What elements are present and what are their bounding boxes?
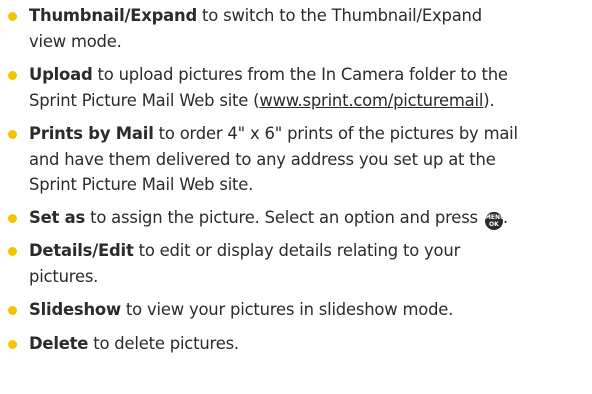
bullet-icon (8, 71, 17, 80)
menu-ok-key-icon: MENU OK (484, 212, 505, 230)
key-icon-top-label: MENU (484, 214, 505, 221)
bullet-icon (8, 214, 17, 223)
bullet-icon (8, 340, 17, 349)
list-item-text: Details/Edit to edit or display details … (29, 238, 592, 289)
option-term: Thumbnail/Expand (29, 6, 198, 25)
option-description: to delete pictures. (88, 334, 239, 353)
bullet-icon (8, 306, 17, 315)
bullet-icon (8, 12, 17, 21)
bullet-icon (8, 130, 17, 139)
list-item-text: Thumbnail/Expand to switch to the Thumbn… (29, 3, 592, 54)
key-icon-bottom-label: OK (489, 221, 499, 228)
option-term: Prints by Mail (29, 124, 154, 143)
option-term: Upload (29, 65, 93, 84)
picturemail-link[interactable]: www.sprint.com/picturemail (259, 91, 483, 110)
option-description: to view your pictures in slideshow mode. (120, 300, 454, 319)
list-item-text: Prints by Mail to order 4" x 6" prints o… (29, 121, 592, 198)
option-description-end: ). (483, 90, 495, 110)
list-item-text: Upload to upload pictures from the In Ca… (29, 62, 592, 113)
option-term: Set as (29, 208, 86, 227)
list-item-text: Slideshow to view your pictures in slide… (29, 297, 592, 323)
option-term: Details/Edit (29, 241, 134, 260)
option-term: Delete (29, 334, 89, 353)
option-description: to assign the picture. Select an option … (85, 208, 483, 227)
option-term: Slideshow (29, 300, 121, 319)
list-item-text: Set as to assign the picture. Select an … (29, 205, 592, 231)
list-item-text: Delete to delete pictures. (29, 331, 592, 357)
bullet-icon (8, 247, 17, 256)
option-description-end: . (502, 208, 508, 227)
